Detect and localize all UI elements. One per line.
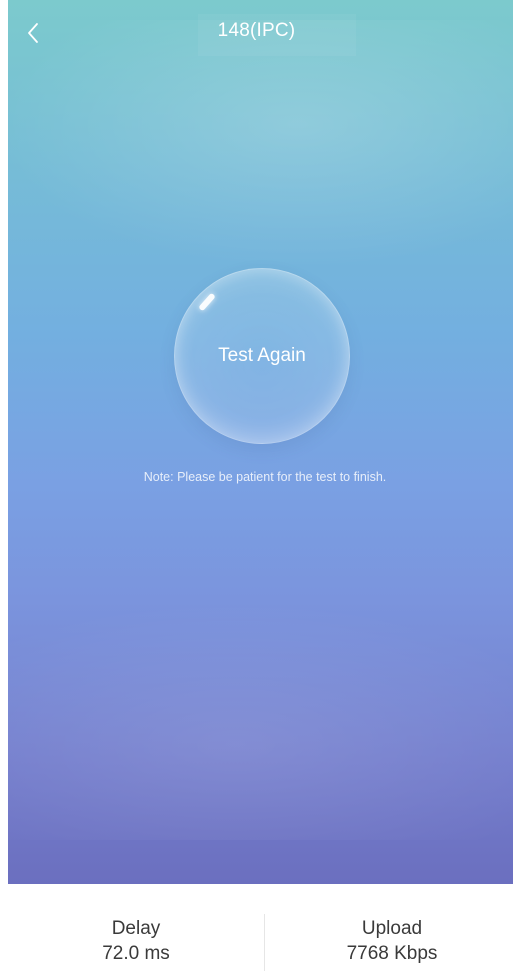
test-again-label: Test Again [218, 345, 306, 366]
network-test-screen: 148(IPC) Test Again Note: Please be pati… [0, 0, 513, 971]
delay-value: 72.0 ms [102, 943, 170, 964]
background-mist-lower [8, 600, 513, 840]
upload-label: Upload [361, 918, 423, 939]
page-title: 148(IPC) [217, 20, 296, 41]
delay-stat: Delay 72.0 ms [8, 884, 264, 971]
delay-label: Delay [111, 918, 161, 939]
upload-value: 7768 Kbps [346, 943, 438, 964]
bubble-shine [198, 292, 216, 312]
test-note: Note: Please be patient for the test to … [143, 470, 387, 484]
test-again-button[interactable]: Test Again [174, 268, 350, 444]
nav-bar: 148(IPC) [0, 0, 513, 70]
upload-stat: Upload 7768 Kbps [264, 884, 513, 971]
